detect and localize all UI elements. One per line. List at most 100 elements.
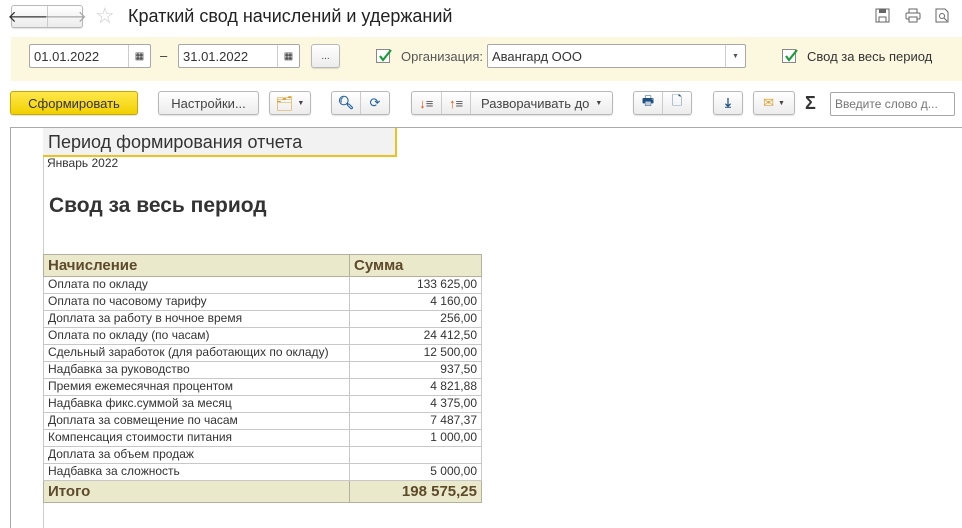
period-button-label: ... bbox=[321, 50, 330, 62]
print-preview-button[interactable]: 🗋 bbox=[663, 92, 691, 114]
report-variants-icon: 🗂 bbox=[275, 94, 294, 111]
accrual-sum: 133 625,00 bbox=[349, 276, 482, 294]
favorite-star-icon[interactable]: ☆ bbox=[95, 3, 115, 29]
table-row[interactable]: Доплата за объем продаж bbox=[43, 446, 482, 464]
accrual-name: Надбавка за сложность bbox=[43, 463, 350, 481]
print-button[interactable]: 🖶 bbox=[634, 92, 663, 114]
print-icon[interactable] bbox=[905, 8, 921, 23]
accrual-name: Доплата за объем продаж bbox=[43, 446, 350, 464]
table-row[interactable]: Доплата за совмещение по часам 7 487,37 bbox=[43, 412, 482, 430]
table-row[interactable]: Премия ежемесячная процентом 4 821,88 bbox=[43, 378, 482, 396]
dropdown-arrow-icon: ▼ bbox=[777, 99, 785, 107]
save-file-button[interactable]: ⤓ bbox=[713, 91, 743, 115]
settings-button[interactable]: Настройки... bbox=[158, 91, 259, 115]
accruals-table: Начисление Сумма Оплата по окладу 133 625… bbox=[43, 254, 482, 503]
report-title: Свод за весь период bbox=[49, 194, 267, 217]
search-refresh-icon: ⟳ bbox=[369, 95, 381, 110]
nav-buttons: 🡐 🡒 bbox=[8, 5, 87, 28]
accrual-sum: 1 000,00 bbox=[349, 429, 482, 447]
organization-checkbox[interactable] bbox=[376, 49, 392, 63]
table-row[interactable]: Надбавка за сложность 5 000,00 bbox=[43, 463, 482, 481]
accrual-name: Надбавка фикс.суммой за месяц bbox=[43, 395, 350, 413]
table-row[interactable]: Доплата за работу в ночное время 256,00 bbox=[43, 310, 482, 328]
date-separator: – bbox=[160, 48, 168, 63]
sort-down-icon: ↓≡ bbox=[419, 95, 434, 111]
period-value: Январь 2022 bbox=[47, 156, 119, 170]
accrual-name: Оплата по окладу (по часам) bbox=[43, 327, 350, 345]
table-row[interactable]: Оплата по окладу 133 625,00 bbox=[43, 276, 482, 294]
summary-period-checkbox[interactable] bbox=[782, 49, 798, 63]
accrual-sum: 937,50 bbox=[349, 361, 482, 379]
accrual-name: Оплата по часовому тарифу bbox=[43, 293, 350, 311]
send-email-button[interactable]: ✉ ▼ bbox=[753, 91, 795, 115]
search-refresh-button[interactable]: ⟳ bbox=[361, 92, 389, 114]
table-row[interactable]: Оплата по окладу (по часам) 24 412,50 bbox=[43, 327, 482, 345]
dropdown-arrow-icon: ▼ bbox=[595, 99, 603, 107]
organization-select[interactable]: Авангард ООО ▼ bbox=[487, 44, 746, 68]
table-row[interactable]: Надбавка за руководство 937,50 bbox=[43, 361, 482, 379]
period-header-text: Период формирования отчета bbox=[48, 132, 303, 152]
forward-arrow-icon: 🡒 bbox=[44, 9, 87, 26]
sum-icon[interactable]: Σ bbox=[805, 93, 816, 114]
table-row[interactable]: Компенсация стоимости питания 1 000,00 bbox=[43, 429, 482, 447]
accrual-sum: 4 160,00 bbox=[349, 293, 482, 311]
period-header-cell[interactable]: Период формирования отчета bbox=[43, 128, 397, 157]
total-label: Итого bbox=[43, 480, 350, 503]
date-to-value: 31.01.2022 bbox=[183, 48, 249, 64]
calendar-icon[interactable]: ▦ bbox=[128, 45, 150, 67]
table-row[interactable]: Сдельный заработок (для работающих по ок… bbox=[43, 344, 482, 362]
period-select-button[interactable]: ... bbox=[311, 44, 340, 68]
grouping-group: ↓≡ ↑≡ Разворачивать до ▼ bbox=[411, 91, 613, 115]
search-button[interactable]: 🔍︎ bbox=[332, 92, 361, 114]
dropdown-arrow-icon: ▼ bbox=[297, 99, 305, 107]
expand-all-button[interactable]: ↓≡ bbox=[412, 92, 442, 114]
table-row[interactable]: Надбавка фикс.суммой за месяц 4 375,00 bbox=[43, 395, 482, 413]
accrual-sum: 4 375,00 bbox=[349, 395, 482, 413]
accrual-name: Надбавка за руководство bbox=[43, 361, 350, 379]
forward-button[interactable]: 🡒 bbox=[44, 6, 87, 27]
organization-label: Организация: bbox=[401, 49, 484, 64]
accrual-sum: 256,00 bbox=[349, 310, 482, 328]
search-input[interactable] bbox=[830, 92, 955, 116]
expand-to-label: Разворачивать до bbox=[481, 95, 590, 111]
back-button[interactable]: 🡐 bbox=[8, 6, 50, 27]
accrual-sum: 24 412,50 bbox=[349, 327, 482, 345]
column-header-accrual: Начисление bbox=[43, 254, 350, 277]
accrual-name: Компенсация стоимости питания bbox=[43, 429, 350, 447]
variants-button[interactable]: 🗂 ▼ bbox=[269, 91, 311, 115]
date-from-input[interactable]: 01.01.2022 ▦ bbox=[29, 44, 151, 68]
checkmark-icon bbox=[379, 49, 392, 62]
print-group: 🖶 🗋 bbox=[633, 91, 692, 115]
accrual-sum: 7 487,37 bbox=[349, 412, 482, 430]
total-row: Итого 198 575,25 bbox=[43, 480, 482, 503]
search-icon: 🔍︎ bbox=[337, 95, 355, 110]
accrual-name: Премия ежемесячная процентом bbox=[43, 378, 350, 396]
total-sum: 198 575,25 bbox=[349, 480, 482, 503]
window-title: Краткий свод начислений и удержаний bbox=[128, 6, 453, 26]
print-preview-icon: 🗋 bbox=[671, 93, 683, 108]
accrual-sum: 4 821,88 bbox=[349, 378, 482, 396]
download-icon: ⤓ bbox=[725, 95, 731, 110]
settings-label: Настройки... bbox=[171, 95, 246, 111]
date-from-value: 01.01.2022 bbox=[34, 48, 100, 64]
save-icon[interactable] bbox=[875, 8, 890, 23]
collapse-all-button[interactable]: ↑≡ bbox=[442, 92, 472, 114]
preview-icon[interactable] bbox=[935, 8, 950, 23]
generate-label: Сформировать bbox=[28, 95, 120, 111]
summary-period-label: Свод за весь период bbox=[807, 49, 933, 64]
table-row[interactable]: Оплата по часовому тарифу 4 160,00 bbox=[43, 293, 482, 311]
accrual-sum bbox=[349, 446, 482, 464]
checkmark-icon bbox=[785, 49, 798, 62]
accrual-name: Доплата за совмещение по часам bbox=[43, 412, 350, 430]
sort-up-icon: ↑≡ bbox=[449, 95, 464, 111]
envelope-icon: ✉ bbox=[763, 95, 774, 110]
dropdown-arrow-icon[interactable]: ▼ bbox=[725, 45, 745, 67]
calendar-icon[interactable]: ▦ bbox=[277, 45, 299, 67]
organization-value: Авангард ООО bbox=[492, 48, 582, 64]
accrual-sum: 12 500,00 bbox=[349, 344, 482, 362]
expand-to-dropdown[interactable]: Разворачивать до ▼ bbox=[471, 92, 612, 114]
generate-button[interactable]: Сформировать bbox=[10, 91, 138, 115]
search-group: 🔍︎ ⟳ bbox=[331, 91, 390, 115]
table-header-row: Начисление Сумма bbox=[43, 254, 482, 277]
date-to-input[interactable]: 31.01.2022 ▦ bbox=[178, 44, 300, 68]
